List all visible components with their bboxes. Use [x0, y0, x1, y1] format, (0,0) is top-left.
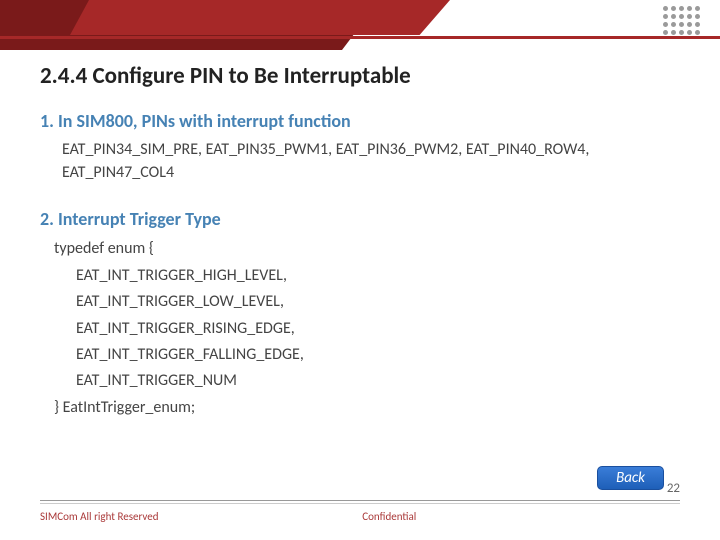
- footer: 22 SIMCom All right Reserved Confidentia…: [40, 500, 680, 540]
- back-button[interactable]: Back: [597, 466, 664, 490]
- section2-heading: 2. Interrupt Trigger Type: [40, 208, 680, 230]
- code-line: EAT_INT_TRIGGER_FALLING_EDGE,: [76, 342, 680, 368]
- code-line: EAT_INT_TRIGGER_NUM: [76, 368, 680, 394]
- code-line: EAT_INT_TRIGGER_HIGH_LEVEL,: [76, 263, 680, 289]
- footer-center: Confidential: [362, 510, 416, 523]
- header-decoration: [0, 0, 720, 50]
- dot-grid-icon: [663, 6, 700, 35]
- slide-title: 2.4.4 Configure PIN to Be Interruptable: [40, 62, 680, 90]
- footer-left: SIMCom All right Reserved: [40, 510, 159, 523]
- code-close: } EatIntTrigger_enum;: [54, 395, 680, 421]
- page-number: 22: [667, 481, 680, 496]
- code-line: EAT_INT_TRIGGER_LOW_LEVEL,: [76, 289, 680, 315]
- section1-body: EAT_PIN34_SIM_PRE, EAT_PIN35_PWM1, EAT_P…: [62, 138, 680, 184]
- code-line: EAT_INT_TRIGGER_RISING_EDGE,: [76, 316, 680, 342]
- code-block: typedef enum { EAT_INT_TRIGGER_HIGH_LEVE…: [54, 236, 680, 421]
- code-open: typedef enum {: [54, 236, 680, 262]
- slide-content: 2.4.4 Configure PIN to Be Interruptable …: [40, 62, 680, 421]
- section1-heading: 1. In SIM800, PINs with interrupt functi…: [40, 110, 680, 132]
